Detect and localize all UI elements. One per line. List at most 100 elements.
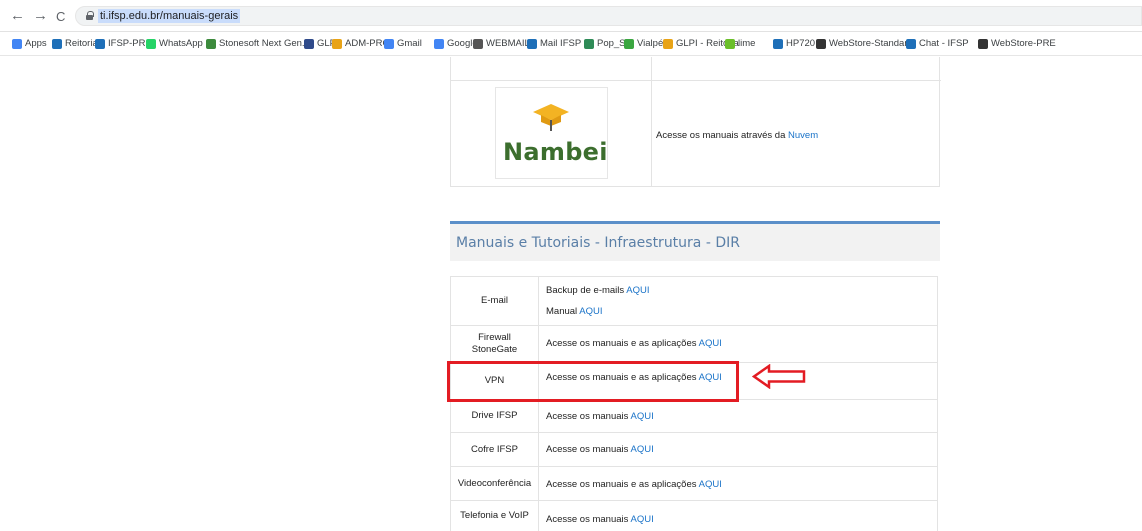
adm-icon [332,39,342,49]
table-row: E-mail Backup de e-mails AQUI Manual AQUI [450,276,938,325]
bookmark-webmail[interactable]: WEBMAIL [473,36,530,52]
bookmark-label: Gmail [397,38,422,49]
bookmark-webstore-pre[interactable]: WebStore-PRE [978,36,1056,52]
row-text: Acesse os manuais [546,411,631,422]
row-description: Acesse os manuais AQUI [546,514,654,525]
webmail-icon [473,39,483,49]
row-text: Acesse os manuais [546,514,631,525]
mail-icon [527,39,537,49]
folder-icon [95,39,105,49]
section-title: Manuais e Tutoriais - Infraestrutura - D… [456,235,740,251]
bookmark-whatsapp[interactable]: WhatsApp [146,36,203,52]
section-header: Manuais e Tutoriais - Infraestrutura - D… [450,221,940,261]
forward-arrow-icon[interactable]: → [33,8,48,24]
row-text: Acesse os manuais e as aplicações [546,338,699,349]
lime-icon [725,39,735,49]
nuvem-description: Acesse os manuais através da Nuvem [656,130,818,141]
row-name: E-mail [451,277,539,325]
table-row: Firewall StoneGate Acesse os manuais e as… [450,325,938,362]
browser-toolbar: ← → C ti.ifsp.edu.br/manuais-gerais [0,0,1142,32]
google-icon [434,39,444,49]
nambei-logo[interactable]: Nambei [495,87,608,179]
row-name: Firewall StoneGate [451,326,539,362]
nuvem-link[interactable]: Nuvem [788,130,818,141]
row-name: Telefonia e VoIP [451,501,539,531]
aqui-link[interactable]: AQUI [631,411,654,422]
pop-icon [584,39,594,49]
row-description: Acesse os manuais AQUI [546,444,654,455]
webstore-icon [978,39,988,49]
aqui-link[interactable]: AQUI [699,338,722,349]
bookmark-label: WebStore-PRE [991,38,1056,49]
stonesoft-icon [206,39,216,49]
nuvem-text: Acesse os manuais através da [656,130,789,141]
bookmark-label: Vialpé [637,38,664,49]
bookmark-lime[interactable]: lime [725,36,755,52]
bookmark-label: WebStore-Standart [829,38,911,49]
row-text: Acesse os manuais [546,444,631,455]
bookmark-google[interactable]: Google [434,36,478,52]
folder-icon [52,39,62,49]
address-bar[interactable]: ti.ifsp.edu.br/manuais-gerais [75,6,1142,26]
bookmark-label: Apps [25,38,47,49]
row-description: Acesse os manuais e as aplicações AQUI [546,479,722,490]
aqui-link[interactable]: AQUI [631,444,654,455]
row-description: Acesse os manuais e as aplicações AQUI [546,338,722,349]
row-name: Cofre IFSP [451,433,539,466]
reload-icon[interactable]: C [56,9,65,25]
row-name: Drive IFSP [451,400,539,432]
row-description: Backup de e-mails AQUI [546,285,650,296]
row-text: Backup de e-mails [546,285,627,296]
aqui-link[interactable]: AQUI [699,479,722,490]
bookmark-webstore-standart[interactable]: WebStore-Standart [816,36,910,52]
bookmark-apps[interactable]: Apps [12,36,47,52]
vpn-highlight-box [447,361,739,402]
bookmarks-bar: Apps Reitoria IFSP-PRC WhatsApp Stonesoft Ne… [0,32,1142,56]
bookmark-label: WEBMAIL [486,38,530,49]
left-arrow-annotation-icon [752,364,806,389]
whatsapp-icon [146,39,156,49]
vialpe-icon [624,39,634,49]
row-name: Videoconferência [451,467,539,500]
glpi-icon [304,39,314,49]
bookmark-label: Chat - IFSP [919,38,969,49]
bookmark-label: Mail IFSP [540,38,582,49]
bookmark-label: Reitoria [65,38,98,49]
bookmark-label: lime [738,38,756,49]
url-text[interactable]: ti.ifsp.edu.br/manuais-gerais [98,9,241,23]
row-description: Acesse os manuais AQUI [546,411,654,422]
table-divider [651,57,652,187]
row-description: Manual AQUI [546,306,603,317]
glpi-icon [663,39,673,49]
bookmark-gmail[interactable]: Gmail [384,36,422,52]
bookmark-hp720[interactable]: HP720 [773,36,815,52]
aqui-link[interactable]: AQUI [631,514,654,525]
bookmark-vialp[interactable]: Vialpé [624,36,663,52]
table-divider [451,80,941,81]
page-content: Nambei Acesse os manuais através da Nuve… [0,57,1142,531]
bookmark-label: WhatsApp [159,38,203,49]
table-row: Drive IFSP Acesse os manuais AQUI [450,399,938,432]
row-text: Acesse os manuais e as aplicações [546,479,699,490]
nuvem-table: Nambei Acesse os manuais através da Nuve… [450,57,941,187]
bookmark-stonesoft-next-gen[interactable]: Stonesoft Next Gen... [206,36,310,52]
bookmark-ifsp-prc[interactable]: IFSP-PRC [95,36,152,52]
aqui-link[interactable]: AQUI [579,306,602,317]
bookmark-reitoria[interactable]: Reitoria [52,36,98,52]
bookmark-mail-ifsp[interactable]: Mail IFSP [527,36,581,52]
chat-icon [906,39,916,49]
bookmark-label: Stonesoft Next Gen... [219,38,310,49]
table-row: Videoconferência Acesse os manuais e as a… [450,466,938,500]
graduation-cap-icon [533,104,569,131]
google-icon [384,39,394,49]
bookmark-label: ADM-PRC [345,38,390,49]
bookmark-label: HP720 [786,38,816,49]
aqui-link[interactable]: AQUI [626,285,649,296]
logo-text: Nambei [503,138,608,166]
row-text: Manual [546,306,580,317]
hp-icon [773,39,783,49]
back-arrow-icon[interactable]: ← [10,8,25,24]
bookmark-chat-ifsp[interactable]: Chat - IFSP [906,36,969,52]
bookmark-adm-prc[interactable]: ADM-PRC [332,36,389,52]
table-row: Cofre IFSP Acesse os manuais AQUI [450,432,938,466]
